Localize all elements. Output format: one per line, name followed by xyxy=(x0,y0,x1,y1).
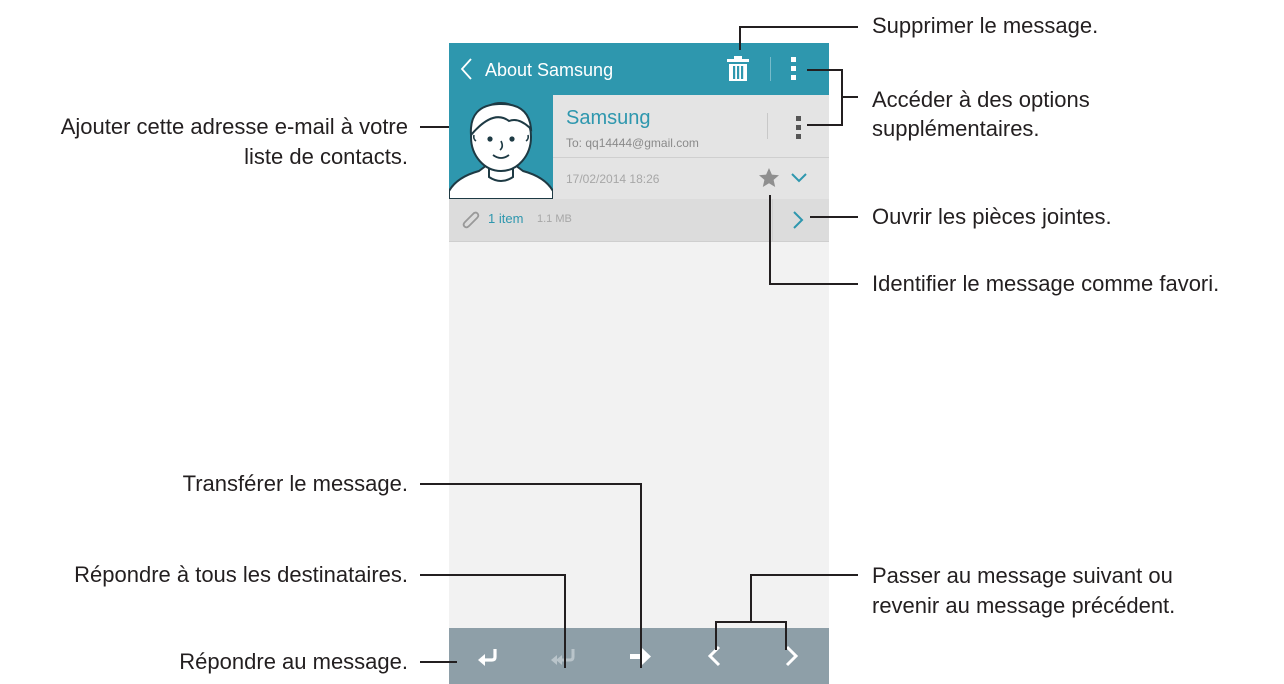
callout-line-nav xyxy=(715,621,787,650)
callout-attachments: Ouvrir les pièces jointes. xyxy=(872,204,1112,229)
callout-more-line2: supplémentaires. xyxy=(872,116,1040,141)
callout-add-contact-line2: liste de contacts. xyxy=(244,144,408,169)
callout-reply: Répondre au message. xyxy=(179,649,408,674)
callout-line-delete xyxy=(739,26,858,50)
callout-delete: Supprimer le message. xyxy=(872,13,1099,38)
callout-reply-all: Répondre à tous les destinataires. xyxy=(74,562,408,587)
callout-forward: Transférer le message. xyxy=(182,471,408,496)
callout-line-favorite xyxy=(769,195,858,285)
callout-add-contact-line1: Ajouter cette adresse e-mail à votre xyxy=(60,114,408,139)
callout-more-line1: Accéder à des options xyxy=(872,87,1090,112)
callout-line-more xyxy=(807,69,843,126)
callout-line-reply-all xyxy=(420,574,566,668)
callout-nav-line2: revenir au message précédent. xyxy=(872,593,1176,618)
callout-favorite: Identifier le message comme favori. xyxy=(872,271,1220,296)
callout-nav-line1: Passer au message suivant ou xyxy=(872,563,1173,588)
